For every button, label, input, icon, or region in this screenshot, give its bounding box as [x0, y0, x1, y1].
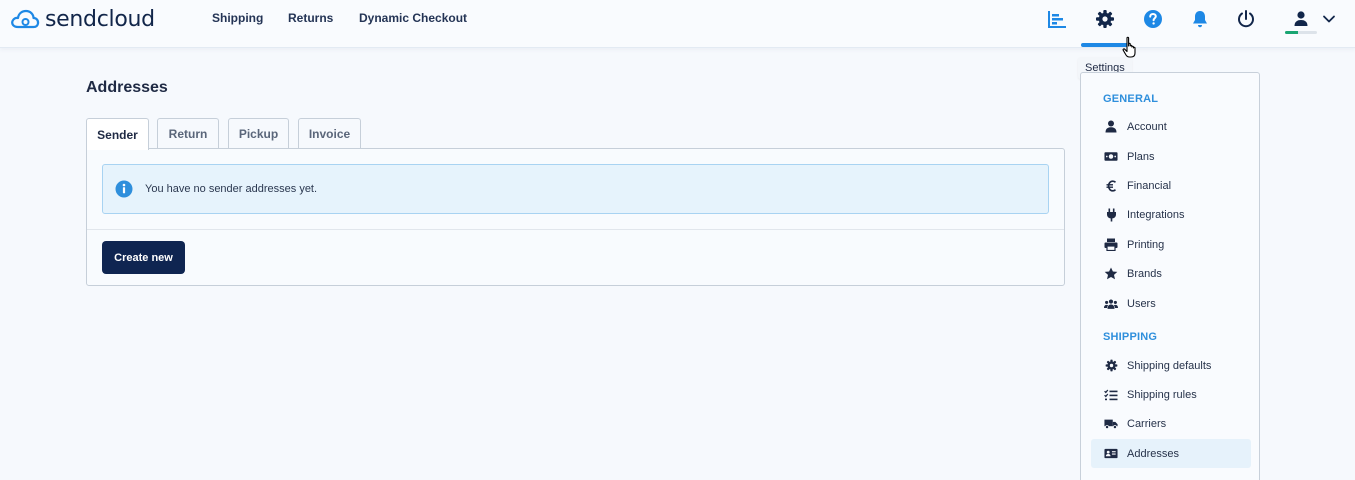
address-card-icon	[1104, 447, 1118, 461]
printer-icon	[1104, 238, 1118, 252]
menu-item-users[interactable]: Users	[1091, 289, 1251, 318]
menu-item-label: Plans	[1127, 150, 1155, 163]
menu-item-shipping-rules[interactable]: Shipping rules	[1091, 380, 1251, 409]
euro-icon	[1104, 179, 1118, 193]
checklist-icon	[1104, 388, 1118, 402]
users-icon	[1104, 297, 1118, 311]
menu-item-integrations[interactable]: Integrations	[1091, 200, 1251, 229]
cloud-logo-icon	[10, 8, 40, 30]
gear-icon	[1104, 359, 1118, 373]
menu-item-account[interactable]: Account	[1091, 112, 1251, 141]
menu-item-label: Integrations	[1127, 208, 1185, 221]
menu-heading-general: GENERAL	[1103, 93, 1159, 105]
tab-pickup[interactable]: Pickup	[228, 118, 289, 149]
top-bar: sendcloud Shipping Returns Dynamic Check…	[0, 0, 1355, 48]
menu-item-financial[interactable]: Financial	[1091, 171, 1251, 200]
menu-heading-shipping: SHIPPING	[1103, 331, 1158, 343]
sender-addresses-panel: You have no sender addresses yet. Create…	[86, 148, 1065, 286]
tab-invoice[interactable]: Invoice	[298, 118, 361, 149]
tab-sender[interactable]: Sender	[86, 118, 149, 150]
tab-return[interactable]: Return	[157, 118, 219, 149]
menu-item-label: Addresses	[1127, 447, 1179, 460]
money-icon	[1104, 150, 1118, 164]
menu-item-brands[interactable]: Brands	[1091, 259, 1251, 288]
user-menu-icon[interactable]	[1290, 8, 1312, 30]
user-progress-fill	[1285, 31, 1298, 34]
user-icon	[1104, 120, 1118, 134]
notifications-icon[interactable]	[1189, 8, 1211, 30]
chevron-down-icon[interactable]	[1318, 8, 1340, 30]
menu-item-label: Printing	[1127, 238, 1165, 251]
analytics-icon[interactable]	[1046, 8, 1068, 30]
plug-icon	[1104, 208, 1118, 222]
menu-item-addresses[interactable]: Addresses	[1091, 439, 1251, 468]
help-icon[interactable]	[1142, 8, 1164, 30]
menu-item-label: Shipping rules	[1127, 388, 1197, 401]
panel-divider	[87, 229, 1064, 230]
menu-item-label: Shipping defaults	[1127, 359, 1212, 372]
info-alert: You have no sender addresses yet.	[102, 164, 1049, 214]
sendcloud-logo[interactable]: sendcloud	[10, 6, 155, 32]
page-title: Addresses	[86, 79, 168, 96]
nav-dynamic-checkout[interactable]: Dynamic Checkout	[359, 11, 467, 25]
truck-icon	[1104, 417, 1118, 431]
menu-item-label: Users	[1127, 297, 1156, 310]
menu-item-label: Carriers	[1127, 417, 1167, 430]
settings-icon[interactable]	[1094, 8, 1116, 30]
nav-returns[interactable]: Returns	[288, 11, 333, 25]
menu-item-label: Financial	[1127, 179, 1172, 192]
info-message: You have no sender addresses yet.	[145, 183, 318, 195]
logo-text: sendcloud	[45, 6, 155, 32]
menu-item-printing[interactable]: Printing	[1091, 230, 1251, 259]
info-icon	[115, 180, 133, 198]
menu-item-label: Brands	[1127, 267, 1162, 280]
create-new-button[interactable]: Create new	[102, 241, 185, 274]
menu-item-plans[interactable]: Plans	[1091, 142, 1251, 171]
menu-item-carriers[interactable]: Carriers	[1091, 409, 1251, 438]
settings-dropdown-menu: GENERAL Account Plans Financial Integrat…	[1080, 72, 1260, 480]
power-icon[interactable]	[1235, 8, 1257, 30]
user-progress-bar	[1285, 31, 1317, 34]
menu-item-label: Account	[1127, 120, 1167, 133]
hand-cursor-icon	[1122, 36, 1140, 60]
nav-shipping[interactable]: Shipping	[212, 11, 263, 25]
star-icon	[1104, 267, 1118, 281]
menu-item-shipping-defaults[interactable]: Shipping defaults	[1091, 351, 1251, 380]
